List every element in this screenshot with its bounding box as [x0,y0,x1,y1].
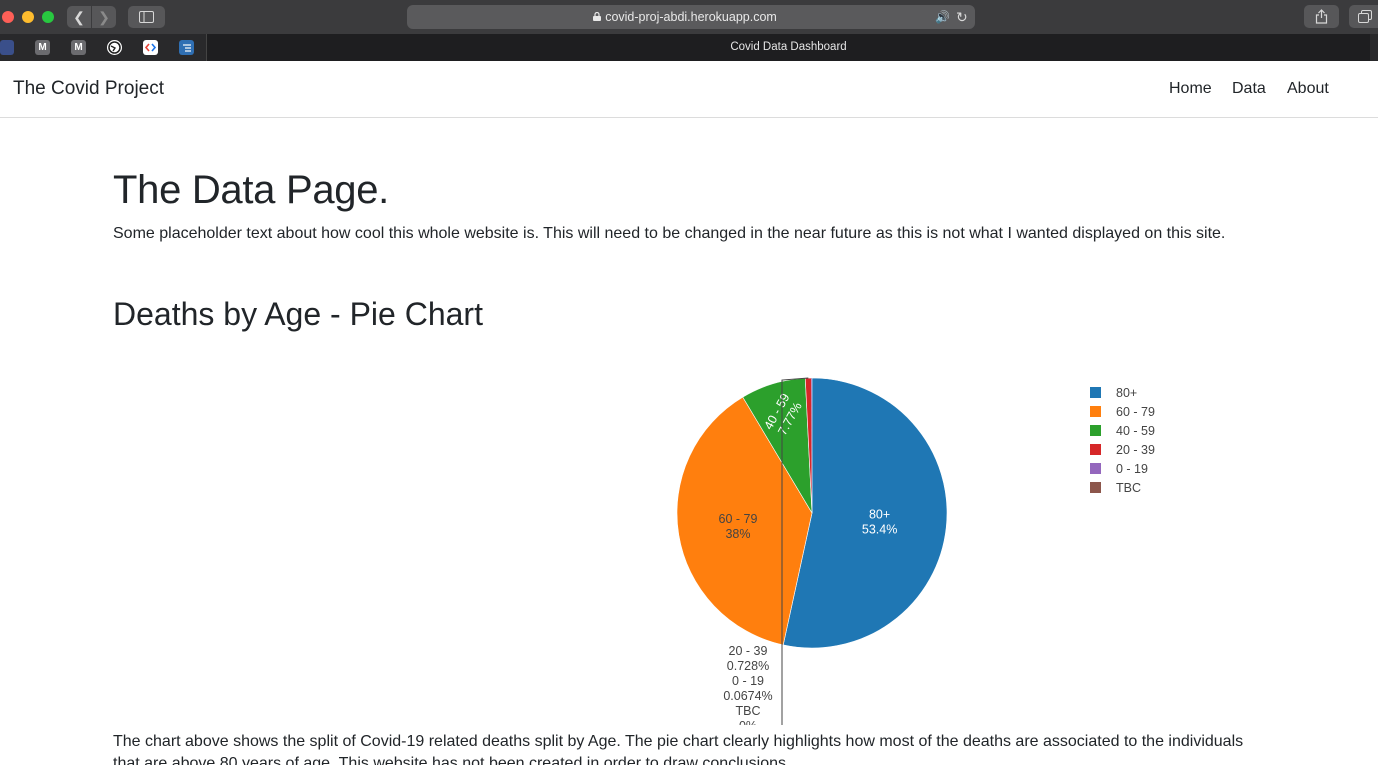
svg-text:TBC: TBC [736,704,761,718]
legend-label: 60 - 79 [1116,405,1155,419]
legend-label: TBC [1116,481,1141,495]
legend-swatch [1090,387,1101,398]
legend-item-60-79[interactable]: 60 - 79 [1090,405,1155,419]
legend-item-80[interactable]: 80+ [1090,386,1137,400]
legend-item-0-19[interactable]: 0 - 19 [1090,462,1148,476]
reload-icon[interactable]: ↻ [956,5,968,29]
favorite-m-icon[interactable]: M [71,40,86,55]
close-window-button[interactable] [2,11,14,23]
brand-link[interactable]: The Covid Project [13,78,164,100]
legend-swatch [1090,406,1101,417]
address-bar[interactable]: covid-proj-abdi.herokuapp.com 🔊 ↻ [407,5,975,29]
svg-text:80+: 80+ [869,507,890,521]
section-title: Deaths by Age - Pie Chart [113,296,483,332]
active-tab[interactable]: Covid Data Dashboard [206,34,1370,61]
url-text: covid-proj-abdi.herokuapp.com [605,10,777,24]
minimize-window-button[interactable] [22,11,34,23]
globe-icon [108,41,121,54]
share-button[interactable] [1304,5,1339,28]
slice-label-20-39: 20 - 390.728% [727,644,769,673]
svg-text:60 - 79: 60 - 79 [719,512,758,526]
legend-item-40-59[interactable]: 40 - 59 [1090,424,1155,438]
legend-item-20-39[interactable]: 20 - 39 [1090,443,1155,457]
legend-label: 40 - 59 [1116,424,1155,438]
site-navbar: The Covid Project Home Data About [0,61,1378,118]
intro-text: Some placeholder text about how cool thi… [113,225,1226,242]
slice-label-tbc: TBC0% [736,704,761,725]
share-icon [1315,9,1328,24]
sidebar-toggle-button[interactable] [128,6,165,28]
browser-titlebar: ❮ ❯ covid-proj-abdi.herokuapp.com 🔊 ↻ [0,0,1378,34]
favorite-globe-icon[interactable] [107,40,122,55]
svg-text:0.0674%: 0.0674% [723,689,772,703]
legend-swatch [1090,444,1101,455]
slice-label-0-19: 0 - 190.0674% [723,674,772,703]
svg-text:0.728%: 0.728% [727,659,769,673]
legend-label: 80+ [1116,386,1137,400]
tab-overview-button[interactable] [1349,5,1378,28]
favorite-site-icon[interactable] [0,40,14,55]
favorites-bar: M M Covid Data Dashboard [0,34,1378,61]
sidebar-icon [139,11,154,23]
favorite-code-icon[interactable] [143,40,158,55]
nav-link-data[interactable]: Data [1232,80,1266,98]
svg-text:0%: 0% [739,719,757,725]
legend-swatch [1090,463,1101,474]
nav-link-home[interactable]: Home [1169,80,1212,98]
list-icon [183,44,191,52]
back-button[interactable]: ❮ [67,6,91,28]
svg-text:53.4%: 53.4% [862,522,897,536]
svg-text:0 - 19: 0 - 19 [732,674,764,688]
legend-label: 20 - 39 [1116,443,1155,457]
legend-swatch [1090,482,1101,493]
favorite-m-icon[interactable]: M [35,40,50,55]
svg-text:38%: 38% [725,527,750,541]
forward-button[interactable]: ❯ [92,6,116,28]
legend-label: 0 - 19 [1116,462,1148,476]
nav-link-about[interactable]: About [1287,80,1329,98]
svg-text:20 - 39: 20 - 39 [729,644,768,658]
chart-description: The chart above shows the split of Covid… [113,733,1244,765]
code-icon [144,43,157,52]
favorite-list-icon[interactable] [179,40,194,55]
audio-playing-icon[interactable]: 🔊 [935,10,950,24]
legend-swatch [1090,425,1101,436]
page-title: The Data Page. [113,168,389,212]
fullscreen-window-button[interactable] [42,11,54,23]
tabs-icon [1358,10,1372,23]
deaths-by-age-pie-chart[interactable]: 80+53.4%60 - 7938%40 - 597.77%20 - 390.7… [560,360,1260,725]
lock-icon [593,12,601,21]
legend-item-tbc[interactable]: TBC [1090,481,1141,495]
